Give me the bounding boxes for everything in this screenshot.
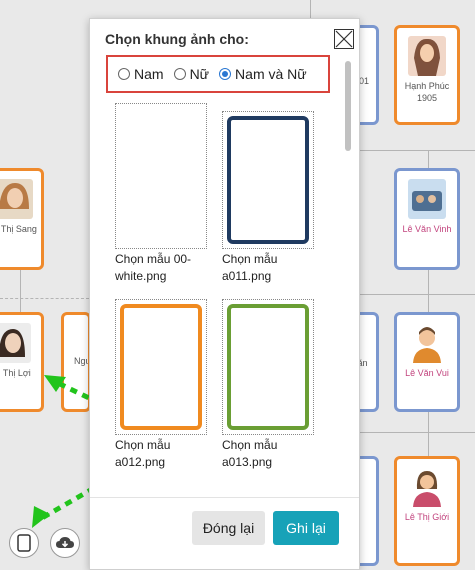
tree-line (360, 150, 475, 151)
tree-line (428, 412, 429, 432)
radio-option-both[interactable]: Nam và Nữ (219, 66, 307, 82)
radio-button-selected[interactable] (219, 68, 232, 80)
radio-label: Nam và Nữ (235, 66, 307, 82)
tree-line (428, 432, 429, 456)
frame-caption: Chọn mẫu a011.png (222, 252, 278, 283)
close-button[interactable] (334, 29, 354, 49)
person-photo (0, 323, 31, 363)
frame-caption: Chọn mẫu a012.png (115, 438, 171, 469)
person-card[interactable]: Lê Văn Vui (394, 312, 460, 412)
frame-option[interactable]: Chọn mẫu 00- white.png (115, 103, 215, 285)
tree-line (0, 298, 89, 299)
frame-thumbnail (222, 111, 314, 249)
person-name: m Thị Sang (0, 224, 37, 234)
person-photo (0, 179, 33, 219)
save-button[interactable]: Ghi lại (273, 511, 339, 545)
arrow-head (32, 506, 50, 528)
person-card[interactable]: Lê Văn Vinh (394, 168, 460, 270)
tree-line (310, 0, 311, 18)
frame-caption: Chọn mẫu 00- white.png (115, 252, 192, 283)
tree-line (360, 432, 475, 433)
frame-picker-dialog: Chọn khung ảnh cho: Nam Nữ Nam và Nữ Chọ… (89, 18, 360, 570)
radio-button[interactable] (118, 68, 130, 80)
person-name: Lê Văn Vinh (402, 224, 452, 234)
radio-label: Nam (134, 66, 164, 82)
person-year: 1905 (416, 93, 438, 103)
gender-radio-group: Nam Nữ Nam và Nữ (106, 55, 330, 93)
frame-thumbnail (115, 299, 207, 435)
cloud-download-icon (56, 537, 74, 548)
person-name: Hạnh Phúc (404, 81, 450, 91)
person-name: Ngu (74, 356, 91, 366)
tree-line (360, 294, 475, 295)
frame-option[interactable]: Chọn mẫu a013.png (222, 299, 322, 471)
frame-option[interactable]: Chọn mẫu a011.png (222, 111, 322, 285)
person-name: Lê Thị Giới (404, 512, 450, 522)
radio-option-male[interactable]: Nam (118, 66, 164, 82)
footer-divider (90, 497, 359, 498)
avatar-female-icon (413, 471, 441, 507)
arrow-line (40, 485, 96, 521)
person-card[interactable]: m Thị Sang (0, 168, 44, 270)
phone-frame-button[interactable] (9, 528, 39, 558)
person-card[interactable]: Ngu (61, 312, 91, 412)
scrollbar[interactable] (344, 59, 352, 489)
frame-thumbnail (222, 299, 314, 435)
person-card[interactable]: m Thị Lợi (0, 312, 44, 412)
person-card[interactable]: Hạnh Phúc 1905 (394, 25, 460, 125)
tree-line (428, 270, 429, 294)
person-photo (408, 179, 446, 219)
person-name: Lê Văn Vui (405, 368, 449, 378)
radio-option-female[interactable]: Nữ (173, 66, 210, 82)
person-card[interactable]: Lê Thị Giới (394, 456, 460, 566)
person-photo (408, 36, 446, 76)
phone-frame-icon (17, 534, 31, 552)
frame-thumbnail (115, 103, 207, 249)
tree-line (20, 270, 21, 312)
radio-label: Nữ (189, 66, 210, 82)
close-dialog-button[interactable]: Đóng lại (192, 511, 265, 545)
frame-option[interactable]: Chọn mẫu a012.png (115, 299, 215, 471)
avatar-male-icon (413, 327, 441, 363)
frame-caption: Chọn mẫu a013.png (222, 438, 278, 469)
cloud-download-button[interactable] (50, 528, 80, 558)
close-icon (335, 30, 353, 48)
radio-button[interactable] (173, 68, 186, 80)
person-name: m Thị Lợi (0, 368, 31, 378)
tree-line (428, 294, 429, 314)
scroll-thumb[interactable] (345, 61, 351, 151)
dialog-title: Chọn khung ảnh cho: (105, 31, 249, 47)
